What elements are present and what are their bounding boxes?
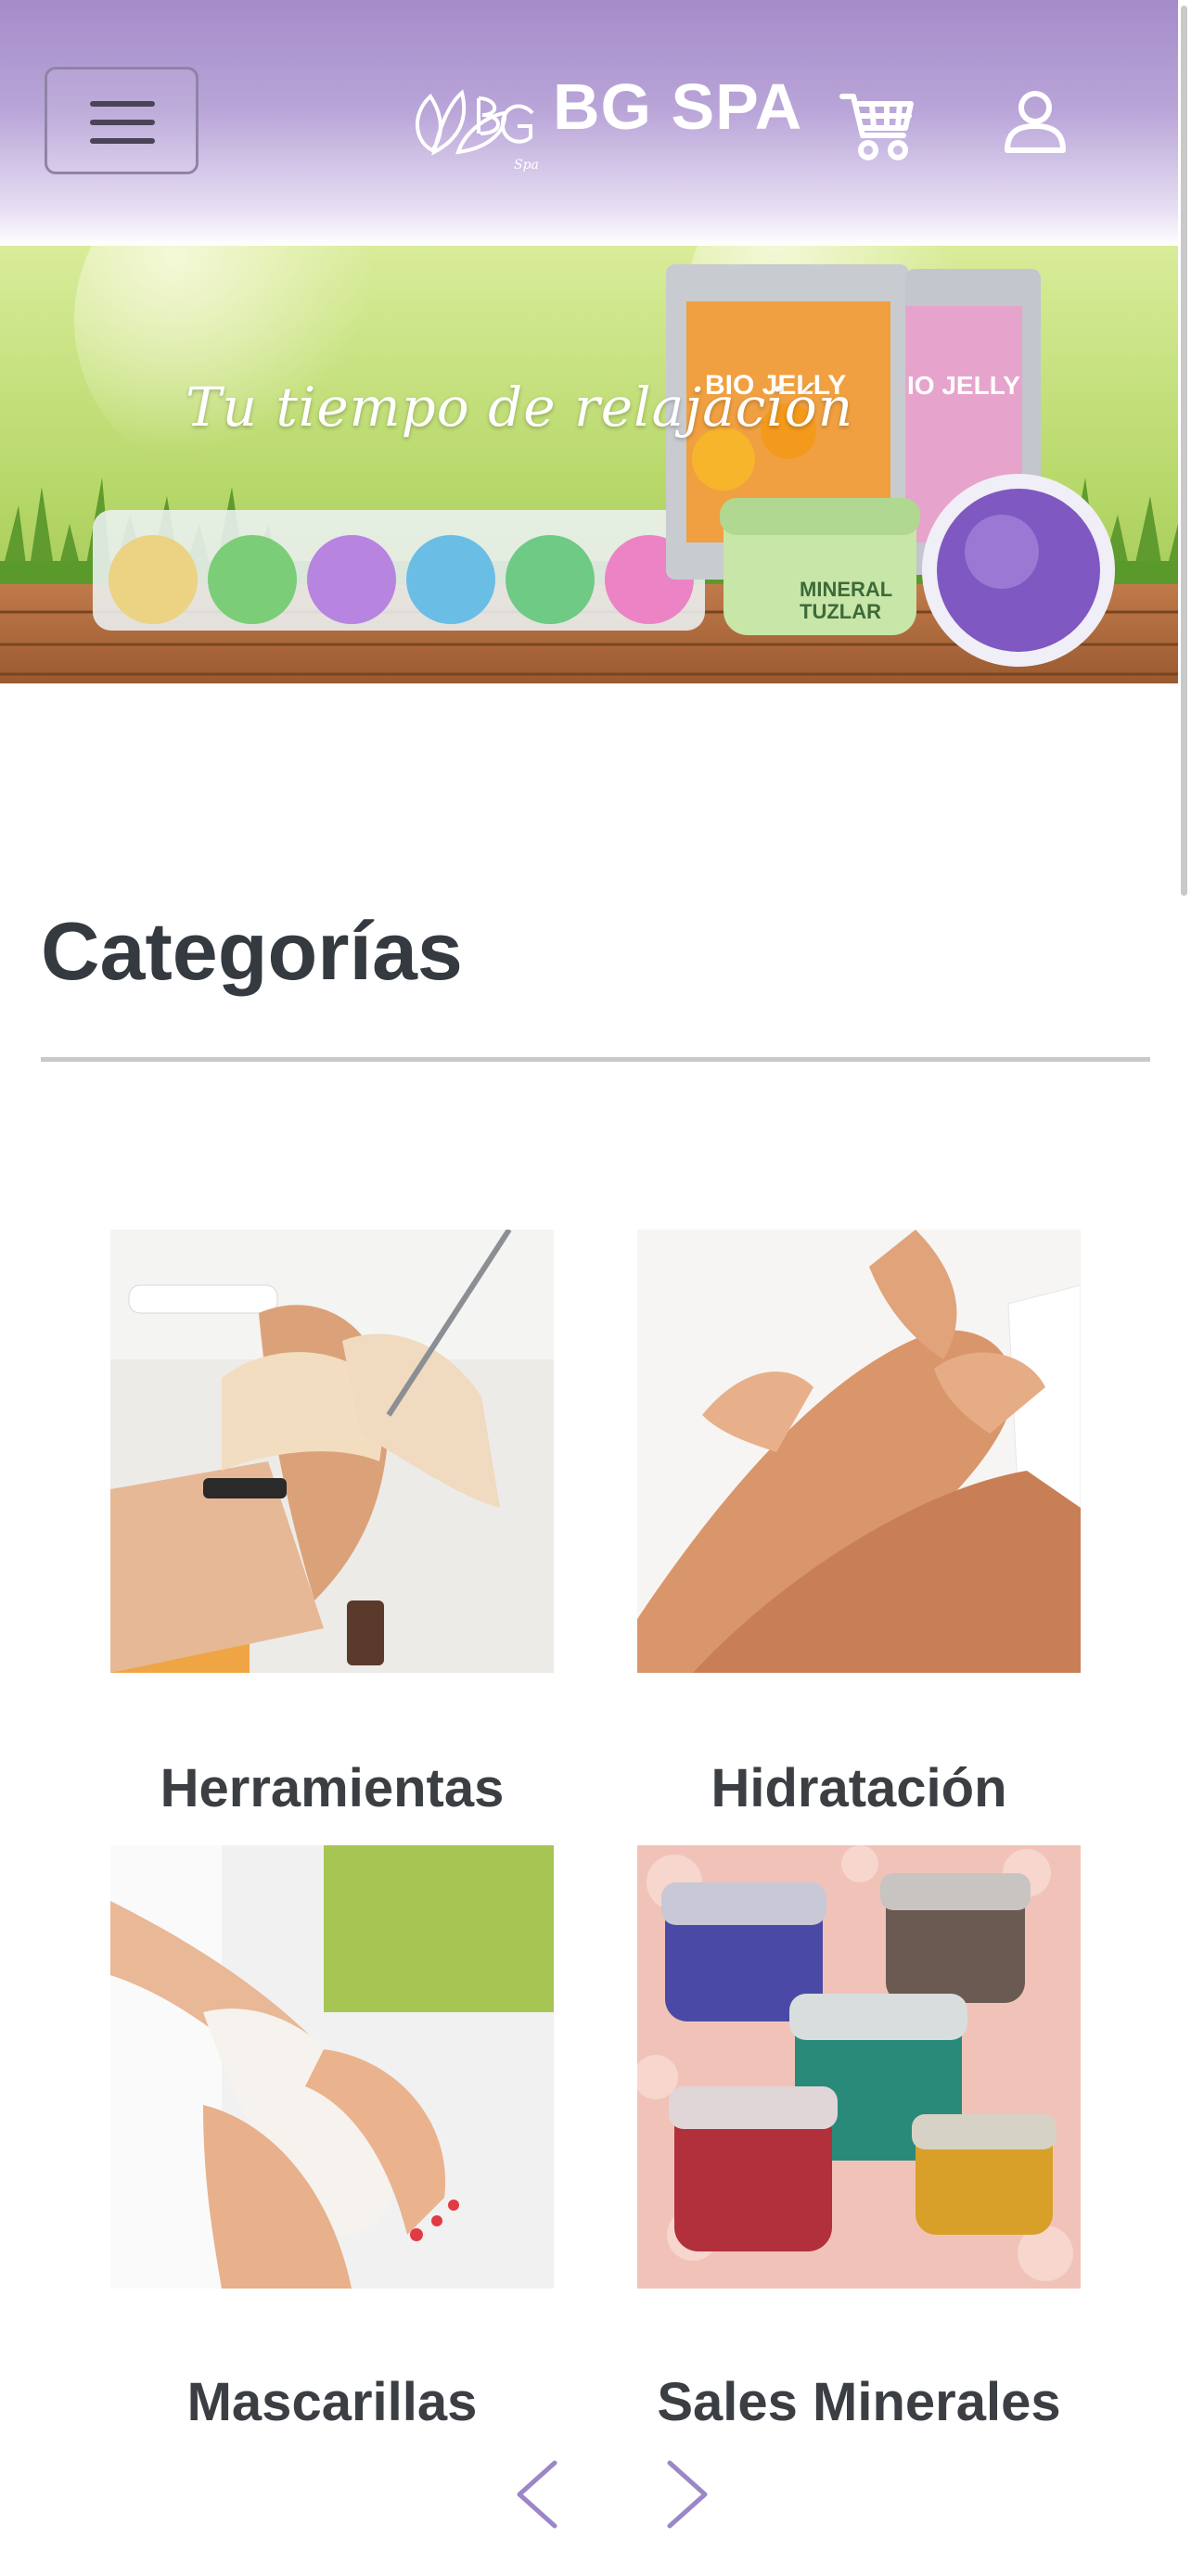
chevron-left-icon[interactable] (512, 2457, 560, 2531)
category-image-herramientas[interactable] (110, 1230, 554, 1673)
svg-text:IO JELLY: IO JELLY (907, 371, 1020, 400)
category-image-hidratacion[interactable] (637, 1230, 1081, 1673)
pedicure-tools-photo (110, 1230, 554, 1673)
category-label-mascarillas[interactable]: Mascarillas (72, 2371, 592, 2433)
moisturized-legs-photo (637, 1230, 1081, 1673)
svg-text:MINERAL: MINERAL (800, 578, 892, 601)
menu-button[interactable] (45, 67, 198, 174)
site-header: Spa BG SPA (0, 0, 1178, 246)
banner-image: BIO JELLY IO JELLY MINERAL TUZLAR (0, 246, 1178, 683)
bg-spa-logo-icon[interactable]: Spa (404, 76, 544, 173)
banner-slogan: Tu tiempo de relajación (186, 376, 854, 439)
hamburger-menu-icon (90, 101, 155, 107)
shopping-cart-icon[interactable] (839, 89, 916, 163)
svg-text:Spa: Spa (514, 158, 539, 172)
category-label-sales-minerales[interactable]: Sales Minerales (599, 2371, 1119, 2433)
category-image-mascarillas[interactable] (110, 1845, 554, 2289)
brand-name[interactable]: BG SPA (553, 74, 802, 139)
mineral-salts-jars-photo (637, 1845, 1081, 2289)
section-divider (41, 1057, 1150, 1062)
category-label-herramientas[interactable]: Herramientas (72, 1757, 592, 1819)
user-account-icon[interactable] (1002, 89, 1069, 156)
svg-text:TUZLAR: TUZLAR (800, 600, 881, 623)
hamburger-menu-bar (90, 138, 155, 144)
category-image-sales-minerales[interactable] (637, 1845, 1081, 2289)
hamburger-menu-bar (90, 120, 155, 125)
chevron-right-icon[interactable] (664, 2457, 712, 2531)
scrollbar-thumb[interactable] (1181, 6, 1187, 896)
categories-title: Categorías (41, 905, 463, 997)
foot-mask-photo (110, 1845, 554, 2289)
hero-banner[interactable]: BIO JELLY IO JELLY MINERAL TUZLAR Tu tie… (0, 246, 1178, 683)
category-label-hidratacion[interactable]: Hidratación (599, 1757, 1119, 1819)
